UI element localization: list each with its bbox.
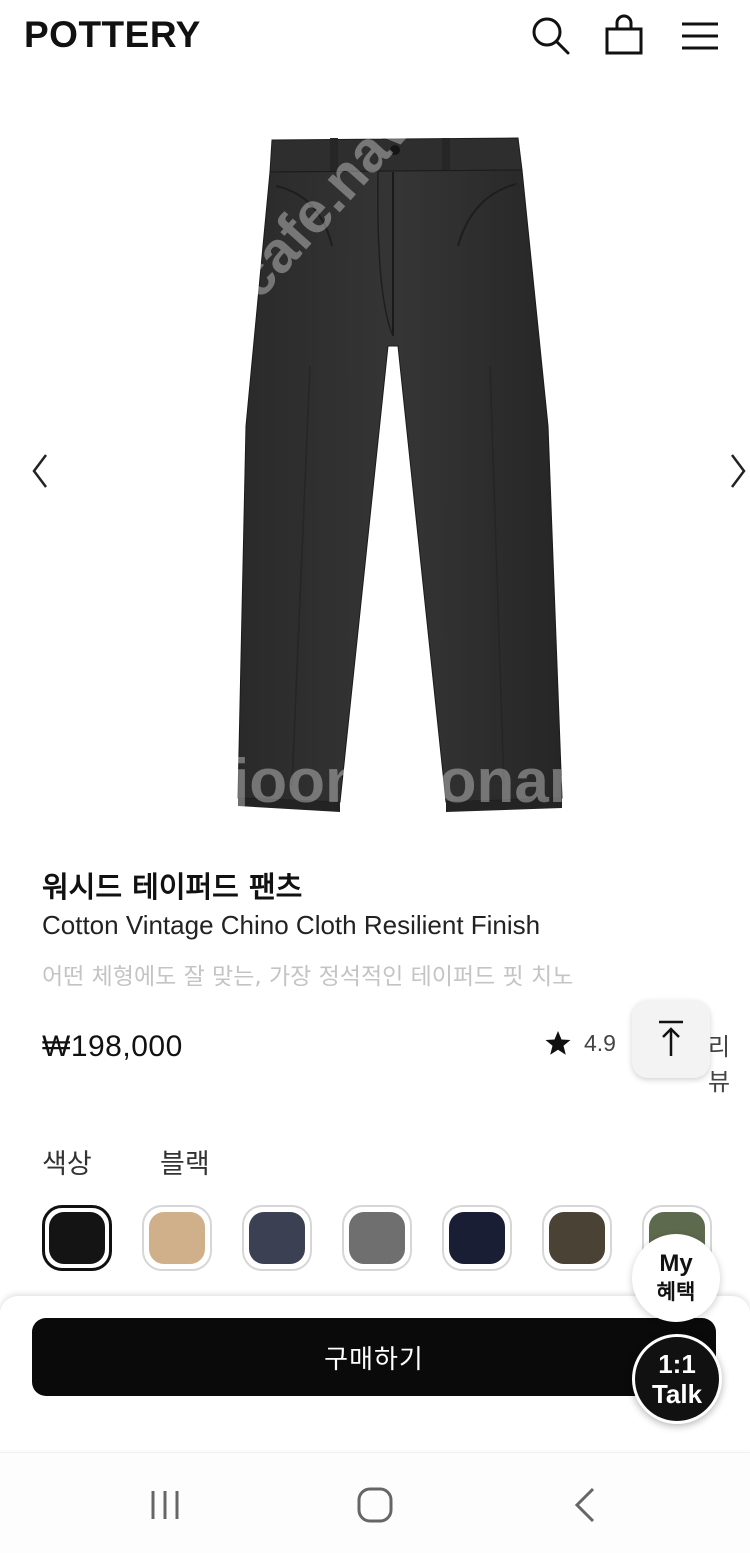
product-gallery[interactable]: cafe.naver.com/joonggonara joonggonara xyxy=(0,0,750,836)
search-icon[interactable] xyxy=(528,14,572,58)
header: POTTERY xyxy=(0,0,750,72)
star-icon xyxy=(544,1029,572,1057)
color-swatch-navy[interactable] xyxy=(442,1205,512,1271)
color-swatch-black[interactable] xyxy=(42,1205,112,1271)
color-label: 색상 xyxy=(42,1149,92,1180)
buy-button[interactable]: 구매하기 xyxy=(32,1318,716,1396)
product-description: 어떤 체형에도 잘 맞는, 가장 정석적인 테이퍼드 핏 치노 xyxy=(42,964,574,990)
my-benefits-button[interactable]: My 혜택 xyxy=(632,1234,720,1322)
color-swatch-brown[interactable] xyxy=(542,1205,612,1271)
brand-logo[interactable]: POTTERY xyxy=(24,14,201,56)
review-link[interactable]: 리뷰 xyxy=(708,1027,750,1097)
menu-icon[interactable] xyxy=(678,14,722,58)
rating[interactable]: 4.9 xyxy=(544,1027,616,1059)
product-title: 워시드 테이퍼드 팬츠 xyxy=(42,870,303,904)
system-navigation-bar xyxy=(0,1452,750,1553)
product-title-english: Cotton Vintage Chino Cloth Resilient Fin… xyxy=(42,910,541,940)
talk-label-2: Talk xyxy=(651,1379,703,1409)
arrow-up-icon xyxy=(659,1020,683,1056)
talk-label-1: 1:1 xyxy=(658,1349,696,1379)
chat-talk-button[interactable]: 1:1 Talk xyxy=(632,1334,722,1424)
chevron-left-icon[interactable] xyxy=(26,451,56,491)
product-price: ₩198,000 xyxy=(42,1030,183,1063)
my-benefits-label-2: 혜택 xyxy=(656,1280,696,1304)
selected-color-name: 블랙 xyxy=(160,1149,210,1180)
home-icon[interactable] xyxy=(353,1483,397,1527)
my-benefits-label-1: My xyxy=(659,1250,693,1277)
recent-apps-icon[interactable] xyxy=(143,1483,187,1527)
color-swatch-slate-navy[interactable] xyxy=(242,1205,312,1271)
scroll-to-top-button[interactable] xyxy=(632,1000,710,1078)
color-swatch-gray[interactable] xyxy=(342,1205,412,1271)
watermark-bottom: joonggonara xyxy=(232,747,608,816)
color-swatch-beige[interactable] xyxy=(142,1205,212,1271)
rating-value: 4.9 xyxy=(584,1029,616,1056)
back-icon[interactable] xyxy=(563,1483,607,1527)
shopping-bag-icon[interactable] xyxy=(602,14,646,58)
chevron-right-icon[interactable] xyxy=(722,451,750,491)
